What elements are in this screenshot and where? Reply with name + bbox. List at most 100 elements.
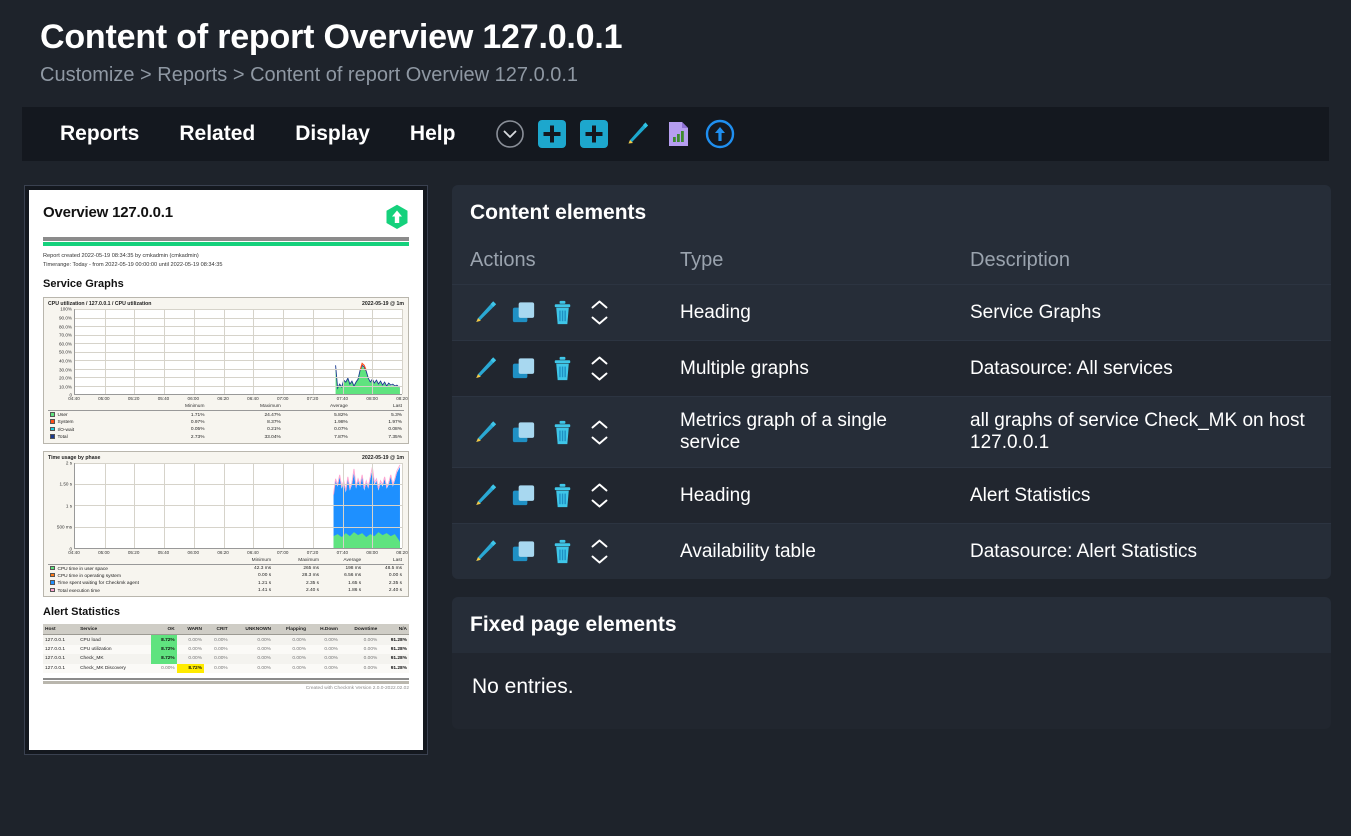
gridline-vertical [343, 309, 344, 394]
clone-icon[interactable] [509, 418, 538, 447]
move-up-icon[interactable] [591, 539, 608, 548]
add-element-icon[interactable] [537, 119, 567, 149]
menu-item-related[interactable]: Related [159, 122, 275, 146]
gridline-vertical [105, 309, 106, 394]
gridline-vertical [134, 309, 135, 394]
move-down-icon[interactable] [591, 555, 608, 564]
x-tick-label: 05:40 [158, 550, 170, 555]
table-row: Multiple graphsDatasource: All services [452, 341, 1331, 397]
menu-item-display[interactable]: Display [275, 122, 390, 146]
alert-unknown: 0.00% [230, 635, 273, 645]
legend-minimum: 42.3 ms [228, 564, 273, 572]
add-fixed-element-icon[interactable] [579, 119, 609, 149]
row-type: Heading [662, 285, 952, 341]
move-up-icon[interactable] [591, 300, 608, 309]
delete-trash-icon[interactable] [548, 481, 577, 510]
alert-unknown: 0.00% [230, 664, 273, 673]
edit-pencil-icon[interactable] [470, 298, 499, 327]
page-header: Content of report Overview 127.0.0.1 Cus… [0, 0, 1351, 87]
x-tick-label: 08:00 [366, 550, 378, 555]
chart-x-axis: 04:4005:0005:2005:4006:0006:2006:4007:00… [74, 395, 402, 403]
chevron-down-circle-icon[interactable] [495, 119, 525, 149]
delete-trash-icon[interactable] [548, 298, 577, 327]
edit-pencil-icon[interactable] [470, 537, 499, 566]
delete-trash-icon[interactable] [548, 537, 577, 566]
alert-col-header: OK [151, 624, 177, 635]
legend-average: 1.98% [283, 419, 350, 426]
legend-series-name: CPU time in user space [48, 564, 228, 572]
move-down-icon[interactable] [591, 372, 608, 381]
legend-color-swatch [50, 419, 55, 424]
edit-pencil-icon[interactable] [621, 119, 651, 149]
row-description: Datasource: All services [952, 341, 1331, 397]
x-tick-label: 07:00 [277, 550, 289, 555]
alert-host: 127.0.0.1 [43, 635, 78, 645]
alert-warn: 0.00% [177, 645, 204, 654]
alert-ok: 8.72% [151, 645, 177, 654]
move-up-icon[interactable] [591, 483, 608, 492]
alert-col-header: Host [43, 624, 78, 635]
clone-icon[interactable] [509, 537, 538, 566]
legend-average: 5.82% [283, 411, 350, 419]
chart-header: Time usage by phase 2022-05-19 @ 1m [48, 455, 404, 461]
toolbar-icons [495, 119, 735, 149]
legend-average: 6.56 ms [321, 572, 363, 579]
breadcrumb: Customize > Reports > Content of report … [40, 63, 1351, 87]
gridline-horizontal [75, 377, 402, 378]
move-down-icon[interactable] [591, 436, 608, 445]
move-up-icon[interactable] [591, 356, 608, 365]
report-footer-divider-light [43, 681, 409, 684]
move-down-icon[interactable] [591, 499, 608, 508]
clone-icon[interactable] [509, 354, 538, 383]
legend-last: 0.08% [350, 426, 404, 433]
clone-icon[interactable] [509, 298, 538, 327]
column-header-type: Type [662, 241, 952, 285]
move-down-icon[interactable] [591, 316, 608, 325]
alert-table-row: 127.0.0.1CPU utilization8.72%0.00%0.00%0… [43, 645, 409, 654]
delete-trash-icon[interactable] [548, 418, 577, 447]
alert-ok: 8.72% [151, 654, 177, 663]
x-tick-label: 06:00 [188, 396, 200, 401]
x-tick-label: 07:40 [337, 550, 349, 555]
report-divider-gray [43, 237, 409, 241]
legend-minimum: 2.73% [134, 434, 206, 441]
alert-service: Check_MK Discovery [78, 664, 151, 673]
legend-average: 0.07% [283, 426, 350, 433]
chart-y-axis: 010.0%20.0%30.0%40.0%50.0%60.0%70.0%80.0… [48, 309, 74, 395]
edit-pencil-icon[interactable] [470, 481, 499, 510]
gridline-vertical [253, 463, 254, 548]
alert-warn: 8.72% [177, 664, 204, 673]
legend-last: 0.00 s [363, 572, 404, 579]
alert-table-row: 127.0.0.1Check_MK8.72%0.00%0.00%0.00%0.0… [43, 654, 409, 663]
y-tick-label: 100% [60, 307, 72, 312]
x-tick-label: 06:20 [217, 396, 229, 401]
row-description: all graphs of service Check_MK on host 1… [952, 397, 1331, 468]
move-up-icon[interactable] [591, 420, 608, 429]
upload-circle-icon[interactable] [705, 119, 735, 149]
row-description: Alert Statistics [952, 468, 1331, 524]
x-tick-label: 08:00 [366, 396, 378, 401]
y-tick-label: 40.0% [59, 359, 72, 364]
legend-row: CPU time in user space42.3 ms265 ms198 m… [48, 564, 404, 572]
report-preview[interactable]: Overview 127.0.0.1 Report created 2022-0… [24, 185, 428, 755]
report-created-line: Report created 2022-05-19 08:34:35 by cm… [43, 252, 409, 261]
delete-trash-icon[interactable] [548, 354, 577, 383]
alert-statistics-table: HostServiceOKWARNCRITUNKNOWNFlappingH.Do… [43, 624, 409, 673]
panels-column: Content elements Actions Type Descriptio… [452, 185, 1331, 747]
legend-series-name: User [48, 411, 134, 419]
gridline-vertical [164, 463, 165, 548]
gridline-horizontal [75, 369, 402, 370]
edit-pencil-icon[interactable] [470, 418, 499, 447]
legend-color-swatch [50, 580, 55, 585]
report-document-icon[interactable] [663, 119, 693, 149]
clone-icon[interactable] [509, 481, 538, 510]
chart-plot-area: 010.0%20.0%30.0%40.0%50.0%60.0%70.0%80.0… [48, 309, 404, 403]
alert-host: 127.0.0.1 [43, 664, 78, 673]
alert-col-header: Downtime [340, 624, 379, 635]
menu-item-reports[interactable]: Reports [40, 122, 159, 146]
gridline-horizontal [75, 309, 402, 310]
menu-item-help[interactable]: Help [390, 122, 476, 146]
legend-series-name: Total [48, 434, 134, 441]
x-tick-label: 05:20 [128, 396, 140, 401]
edit-pencil-icon[interactable] [470, 354, 499, 383]
